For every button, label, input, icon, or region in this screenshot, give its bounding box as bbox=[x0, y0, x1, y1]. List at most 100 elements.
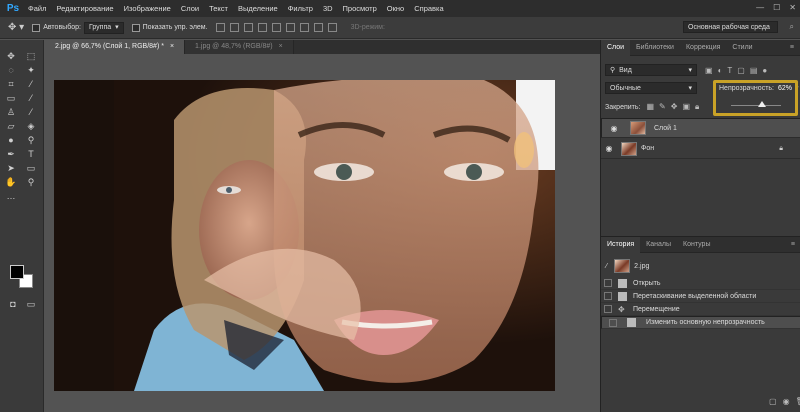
lock-move-icon[interactable]: ✥ bbox=[671, 102, 678, 112]
eye-icon[interactable]: ◉ bbox=[606, 124, 622, 133]
tab-layers[interactable]: Слои bbox=[601, 39, 631, 56]
menu-type[interactable]: Текст bbox=[204, 4, 233, 13]
align-center-icon[interactable] bbox=[271, 23, 281, 32]
search-icon[interactable]: ⌕ bbox=[790, 22, 794, 32]
layers-panel-tabs: Слои Библиотеки Коррекция Стили ≡ bbox=[601, 39, 800, 56]
snapshot-icon[interactable]: ◉ bbox=[783, 397, 790, 406]
doc-tab-1jpg[interactable]: 1.jpg @ 48,7% (RGB/8#) × bbox=[185, 40, 294, 54]
blend-mode-dropdown[interactable]: Обычные ▾ bbox=[605, 82, 697, 94]
history-item[interactable]: ✥ Перемещение bbox=[601, 303, 800, 316]
screen-mode-icon[interactable]: ▭ bbox=[24, 298, 38, 310]
foreground-color-swatch[interactable] bbox=[10, 265, 24, 279]
tab-libraries[interactable]: Библиотеки bbox=[630, 40, 680, 56]
zoom-tool-icon[interactable]: ⚲ bbox=[24, 176, 38, 188]
filter-toggle-icon[interactable]: ● bbox=[762, 66, 767, 75]
brush-tool-icon[interactable]: ⁄ bbox=[24, 92, 38, 104]
menu-select[interactable]: Выделение bbox=[233, 4, 283, 13]
magic-wand-icon[interactable]: ✦ bbox=[24, 64, 38, 76]
maximize-button[interactable]: ☐ bbox=[773, 3, 780, 12]
layer-row-background[interactable]: ◉ Фон 🔒︎ bbox=[601, 139, 800, 159]
distribute-icon[interactable] bbox=[299, 23, 309, 32]
eraser-tool-icon[interactable]: ▱ bbox=[4, 120, 18, 132]
tools-panel: ✥ ⬚ ◌ ✦ ⌗ ⁄ ▭ ⁄ ♙ ⁄ ▱ ◈ ● ⚲ ✒ T ➤ ▭ ✋ ⚲ … bbox=[0, 40, 44, 412]
align-bottom-icon[interactable] bbox=[243, 23, 253, 32]
move-tool-preset[interactable]: ✥ ▾ bbox=[8, 22, 24, 33]
delete-icon[interactable]: 🗑︎ bbox=[796, 397, 800, 406]
filter-smart-icon[interactable]: ▤ bbox=[750, 66, 758, 75]
document-canvas[interactable] bbox=[54, 80, 555, 391]
tab-styles[interactable]: Стили bbox=[726, 40, 758, 56]
lasso-tool-icon[interactable]: ◌ bbox=[4, 64, 18, 76]
layer-row-layer1[interactable]: ◉ Слой 1 bbox=[601, 118, 800, 138]
history-brush-source[interactable] bbox=[609, 318, 617, 327]
history-item-current[interactable]: Изменить основную непрозрачность bbox=[601, 316, 800, 329]
filter-adjust-icon[interactable]: ◐ bbox=[718, 66, 723, 75]
close-icon[interactable]: × bbox=[170, 43, 174, 50]
eyedropper-icon[interactable]: ⁄ bbox=[24, 78, 38, 90]
pen-tool-icon[interactable]: ✒ bbox=[4, 148, 18, 160]
align-top-icon[interactable] bbox=[215, 23, 225, 32]
tab-channels[interactable]: Каналы bbox=[640, 237, 677, 253]
healing-brush-icon[interactable]: ▭ bbox=[4, 92, 18, 104]
hand-tool-icon[interactable]: ✋ bbox=[4, 176, 18, 188]
menu-image[interactable]: Изображение bbox=[119, 4, 176, 13]
lock-all-icon[interactable]: 🔒︎ bbox=[695, 102, 699, 112]
history-snapshot[interactable]: ⁄ 2.jpg bbox=[601, 257, 800, 275]
blur-tool-icon[interactable]: ● bbox=[4, 134, 18, 146]
paint-bucket-icon[interactable]: ◈ bbox=[24, 120, 38, 132]
type-tool-icon[interactable]: T bbox=[24, 148, 38, 160]
layer-filter-dropdown[interactable]: ⚲ Вид ▾ bbox=[605, 64, 697, 76]
autoselect-checkbox[interactable] bbox=[32, 23, 41, 32]
menu-file[interactable]: Файл bbox=[23, 4, 51, 13]
dodge-tool-icon[interactable]: ⚲ bbox=[24, 134, 38, 146]
distribute-icon[interactable] bbox=[327, 23, 337, 32]
history-item[interactable]: Перетаскивание выделенной области bbox=[601, 290, 800, 303]
panel-menu-icon[interactable]: ≡ bbox=[790, 44, 794, 51]
history-brush-source[interactable] bbox=[604, 292, 612, 300]
align-right-icon[interactable] bbox=[285, 23, 295, 32]
move-tool-icon[interactable]: ✥ bbox=[4, 50, 18, 62]
eye-icon[interactable]: ◉ bbox=[601, 144, 617, 153]
marquee-tool-icon[interactable]: ⬚ bbox=[24, 50, 38, 62]
doc-tab-2jpg[interactable]: 2.jpg @ 66,7% (Слой 1, RGB/8#) * × bbox=[45, 40, 186, 54]
menu-view[interactable]: Просмотр bbox=[338, 4, 382, 13]
distribute-icon[interactable] bbox=[313, 23, 323, 32]
path-select-icon[interactable]: ➤ bbox=[4, 162, 18, 174]
align-middle-icon[interactable] bbox=[229, 23, 239, 32]
more-tools-icon[interactable]: … bbox=[4, 190, 18, 202]
lock-transparent-icon[interactable]: ▦ bbox=[646, 102, 654, 112]
shape-tool-icon[interactable]: ▭ bbox=[24, 162, 38, 174]
tab-paths[interactable]: Контуры bbox=[677, 237, 716, 253]
workspace-dropdown[interactable]: Основная рабочая среда bbox=[683, 21, 778, 33]
menu-layers[interactable]: Слои bbox=[176, 4, 204, 13]
autoselect-dropdown[interactable]: Группа ▾ bbox=[83, 21, 124, 34]
align-left-icon[interactable] bbox=[257, 23, 267, 32]
lock-artboard-icon[interactable]: ▣ bbox=[682, 102, 690, 112]
menu-filter[interactable]: Фильтр bbox=[283, 4, 318, 13]
history-brush-source[interactable] bbox=[604, 279, 612, 287]
close-button[interactable]: ✕ bbox=[789, 3, 796, 12]
new-document-icon[interactable]: ▢ bbox=[769, 397, 777, 406]
panel-menu-icon[interactable]: ≡ bbox=[791, 241, 795, 248]
filter-image-icon[interactable]: ▣ bbox=[705, 66, 713, 75]
lock-paint-icon[interactable]: ✎ bbox=[659, 102, 666, 112]
show-controls-checkbox[interactable] bbox=[131, 23, 140, 32]
filter-shape-icon[interactable]: ▢ bbox=[737, 66, 745, 75]
menu-edit[interactable]: Редактирование bbox=[51, 4, 118, 13]
history-brush-icon[interactable]: ⁄ bbox=[24, 106, 38, 118]
close-icon[interactable]: × bbox=[279, 43, 283, 50]
history-brush-icon[interactable]: ⁄ bbox=[606, 263, 607, 270]
filter-type-icon[interactable]: T bbox=[727, 66, 732, 75]
menu-help[interactable]: Справка bbox=[409, 4, 448, 13]
tab-history[interactable]: История bbox=[601, 236, 641, 253]
history-item[interactable]: Открыть bbox=[601, 277, 800, 290]
quick-mask-icon[interactable]: ◘ bbox=[6, 298, 20, 310]
minimize-button[interactable]: — bbox=[756, 3, 764, 12]
tab-adjustments[interactable]: Коррекция bbox=[680, 40, 726, 56]
history-brush-source[interactable] bbox=[604, 305, 612, 313]
menu-3d[interactable]: 3D bbox=[318, 4, 338, 13]
crop-tool-icon[interactable]: ⌗ bbox=[4, 78, 18, 90]
history-panel: История Каналы Контуры ≡ ⁄ 2.jpg Открыть… bbox=[601, 236, 800, 412]
menu-window[interactable]: Окно bbox=[382, 4, 409, 13]
clone-stamp-icon[interactable]: ♙ bbox=[4, 106, 18, 118]
